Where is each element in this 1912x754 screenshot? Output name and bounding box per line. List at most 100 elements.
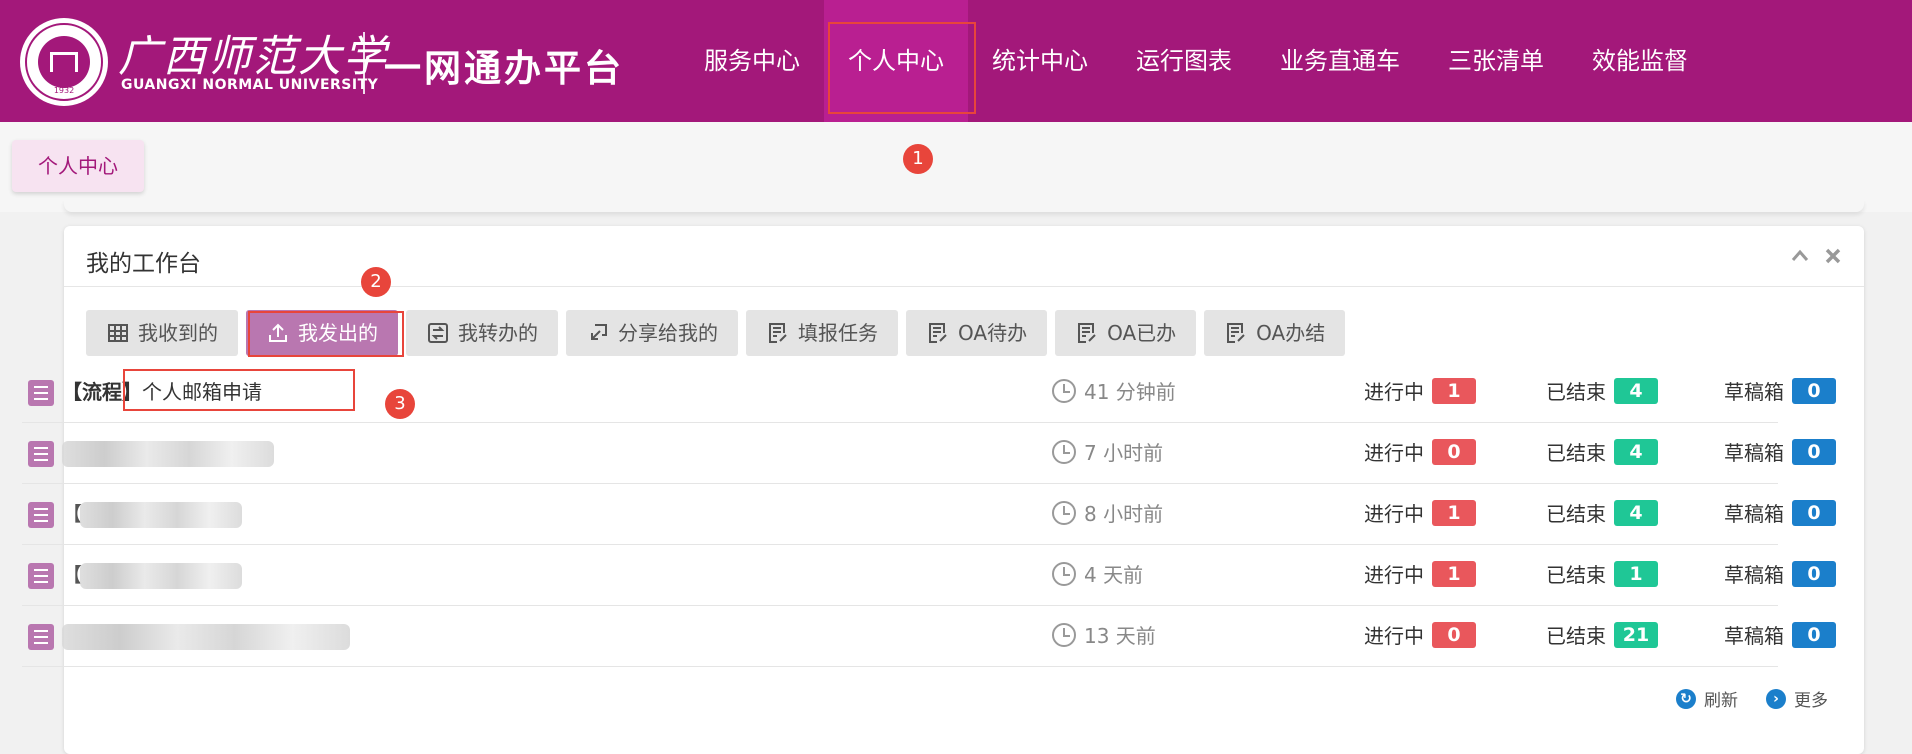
panel-footer-links: ↻ 刷新 › 更多 — [1676, 686, 1828, 711]
list-doc-icon — [28, 502, 54, 528]
stat-in-progress[interactable]: 进行中 1 — [1364, 376, 1476, 405]
blurred-title[interactable] — [62, 441, 274, 467]
refresh-link[interactable]: ↻ 刷新 — [1676, 686, 1738, 711]
list-item[interactable]: 【 4 天前 进行中 1 已结束 1 草稿箱 0 — [22, 545, 1836, 606]
row-prefix: 【 — [62, 502, 82, 526]
tab-label: 分享给我的 — [618, 321, 718, 345]
nav-personal-center[interactable]: 个人中心 — [824, 0, 968, 122]
form-icon — [1227, 323, 1245, 343]
list-item[interactable]: 13 天前 进行中 0 已结束 21 草稿箱 0 — [22, 606, 1836, 667]
breadcrumb-tab-personal-center[interactable]: 个人中心 — [12, 140, 144, 192]
clock-icon — [1052, 378, 1076, 403]
in-progress-badge: 1 — [1432, 377, 1476, 404]
blurred-title[interactable] — [62, 624, 350, 650]
tab-oa-done[interactable]: OA已办 — [1055, 310, 1197, 356]
stat-label: 已结束 — [1546, 563, 1606, 587]
row-title-text: 个人邮箱申请 — [142, 380, 262, 404]
nav-three-lists[interactable]: 三张清单 — [1424, 0, 1568, 122]
university-name-en: GUANGXI NORMAL UNIVERSITY — [121, 77, 379, 93]
blurred-title[interactable] — [80, 563, 242, 589]
stat-label: 草稿箱 — [1724, 380, 1784, 404]
grid-table-icon — [108, 324, 128, 342]
draft-badge: 0 — [1792, 560, 1836, 587]
tab-label: OA办结 — [1256, 321, 1326, 345]
stat-label: 已结束 — [1546, 380, 1606, 404]
tab-sent[interactable]: 我发出的 — [246, 310, 398, 356]
stat-finished[interactable]: 已结束 4 — [1546, 498, 1658, 527]
list-doc-icon — [28, 441, 54, 467]
stat-draft[interactable]: 草稿箱 0 — [1724, 437, 1836, 466]
more-link[interactable]: › 更多 — [1766, 686, 1828, 711]
top-header: 1932 广西师范大学 GUANGXI NORMAL UNIVERSITY 一网… — [0, 0, 1912, 122]
share-icon — [591, 324, 607, 340]
step-marker-2: 2 — [361, 267, 391, 297]
list-doc-icon — [28, 563, 54, 589]
stat-in-progress[interactable]: 进行中 0 — [1364, 620, 1476, 649]
clock-icon — [1052, 439, 1076, 464]
stat-label: 草稿箱 — [1724, 441, 1784, 465]
nav-service-center[interactable]: 服务中心 — [680, 0, 824, 122]
row-time: 41 分钟前 — [1052, 376, 1176, 405]
nav-efficiency-supervision[interactable]: 效能监督 — [1568, 0, 1712, 122]
draft-badge: 0 — [1792, 499, 1836, 526]
stat-draft[interactable]: 草稿箱 0 — [1724, 620, 1836, 649]
stat-label: 草稿箱 — [1724, 502, 1784, 526]
close-icon[interactable] — [1824, 246, 1842, 271]
chevron-right-icon: › — [1766, 688, 1786, 709]
list-item[interactable]: 7 小时前 进行中 0 已结束 4 草稿箱 0 — [22, 423, 1836, 484]
list-item[interactable]: 【流程】个人邮箱申请 41 分钟前 进行中 1 已结束 4 草稿箱 0 — [22, 362, 1836, 423]
row-prefix: 【 — [62, 563, 82, 587]
tab-transferred[interactable]: 我转办的 — [406, 310, 558, 356]
panel-controls — [1790, 246, 1842, 271]
clock-icon — [1052, 622, 1076, 647]
stat-label: 进行中 — [1364, 624, 1424, 648]
step-marker-3: 3 — [385, 389, 415, 419]
row-title[interactable]: 【流程】个人邮箱申请 — [62, 376, 262, 405]
row-prefix: 【流程】 — [62, 380, 142, 404]
stat-in-progress[interactable]: 进行中 0 — [1364, 437, 1476, 466]
blurred-title[interactable] — [80, 502, 242, 528]
nav-statistics-center[interactable]: 统计中心 — [968, 0, 1112, 122]
stat-in-progress[interactable]: 进行中 1 — [1364, 559, 1476, 588]
university-emblem-icon: 1932 — [20, 18, 108, 106]
tab-fill-tasks[interactable]: 填报任务 — [746, 310, 898, 356]
tab-oa-closed[interactable]: OA办结 — [1204, 310, 1346, 356]
nav-operation-charts[interactable]: 运行图表 — [1112, 0, 1256, 122]
emblem-year: 1932 — [53, 86, 75, 95]
stat-in-progress[interactable]: 进行中 1 — [1364, 498, 1476, 527]
tab-oa-todo[interactable]: OA待办 — [906, 310, 1048, 356]
stat-finished[interactable]: 已结束 21 — [1546, 620, 1658, 649]
finished-badge: 4 — [1614, 438, 1658, 465]
step-marker-1: 1 — [903, 144, 933, 174]
tab-label: 我转办的 — [458, 321, 538, 345]
tab-label: 我收到的 — [138, 321, 218, 345]
more-label: 更多 — [1794, 691, 1828, 711]
stat-finished[interactable]: 已结束 4 — [1546, 376, 1658, 405]
refresh-label: 刷新 — [1704, 691, 1738, 711]
clock-icon — [1052, 500, 1076, 525]
chevron-up-icon[interactable] — [1790, 246, 1810, 271]
in-progress-badge: 0 — [1432, 438, 1476, 465]
tab-label: 填报任务 — [798, 321, 878, 345]
list-item[interactable]: 【 8 小时前 进行中 1 已结束 4 草稿箱 0 — [22, 484, 1836, 545]
finished-badge: 4 — [1614, 377, 1658, 404]
row-time-text: 4 天前 — [1084, 563, 1144, 587]
stat-finished[interactable]: 已结束 4 — [1546, 437, 1658, 466]
stat-label: 进行中 — [1364, 563, 1424, 587]
refresh-icon: ↻ — [1676, 688, 1696, 709]
panel-title: 我的工作台 — [86, 251, 201, 277]
stat-draft[interactable]: 草稿箱 0 — [1724, 376, 1836, 405]
in-progress-badge: 1 — [1432, 499, 1476, 526]
stat-label: 已结束 — [1546, 502, 1606, 526]
form-icon — [929, 323, 947, 343]
stat-draft[interactable]: 草稿箱 0 — [1724, 498, 1836, 527]
nav-business-express[interactable]: 业务直通车 — [1256, 0, 1424, 122]
tab-received[interactable]: 我收到的 — [86, 310, 238, 356]
stat-finished[interactable]: 已结束 1 — [1546, 559, 1658, 588]
draft-badge: 0 — [1792, 377, 1836, 404]
draft-badge: 0 — [1792, 621, 1836, 648]
stat-draft[interactable]: 草稿箱 0 — [1724, 559, 1836, 588]
tab-shared-with-me[interactable]: 分享给我的 — [566, 310, 738, 356]
in-progress-badge: 0 — [1432, 621, 1476, 648]
stat-label: 已结束 — [1546, 441, 1606, 465]
